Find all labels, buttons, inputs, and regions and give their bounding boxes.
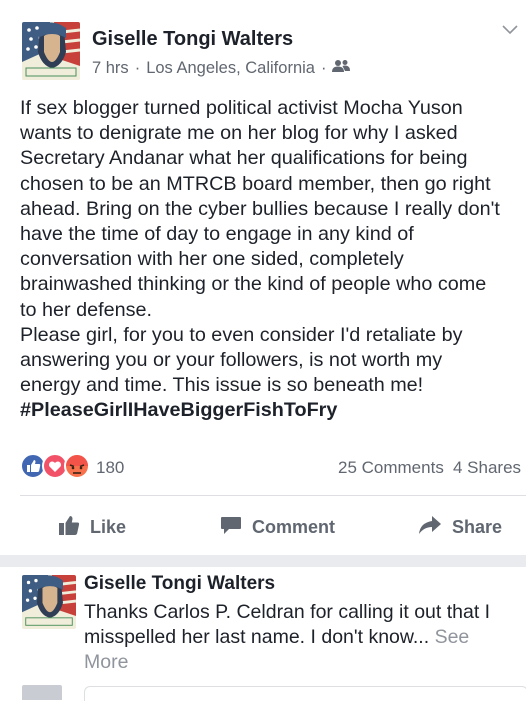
post-text-line: brainwashed thinking or the kind of peop…: [20, 273, 487, 296]
comment-item: Giselle Tongi Walters Thanks Carlos P. C…: [0, 567, 526, 700]
post-text-line: chosen to be an MTRCB board member, then…: [20, 172, 491, 195]
comment-label: Comment: [252, 516, 336, 537]
comment-icon: [220, 514, 252, 541]
post-text-line: energy and time. This issue is so beneat…: [20, 374, 424, 397]
comments-count-link[interactable]: 25 Comments: [338, 458, 444, 478]
shares-count-link[interactable]: 4 Shares: [453, 458, 521, 478]
commenter-avatar[interactable]: [22, 575, 76, 629]
hashtag-link[interactable]: #PleaseGirlIHaveBiggerFishToFry: [20, 398, 526, 423]
friends-icon[interactable]: [332, 59, 351, 78]
comment-text-line: Thanks Carlos P. Celdran for calling it …: [84, 601, 491, 623]
reaction-icons[interactable]: [20, 452, 94, 485]
post-text-line: If sex blogger turned political activist…: [20, 97, 463, 119]
meta-separator: ·: [134, 59, 141, 77]
comment-text-line: misspelled her last name. I don't know..…: [84, 626, 470, 648]
author-avatar[interactable]: [22, 22, 80, 80]
post-text-line: Secretary Andanar what her qualification…: [20, 147, 468, 170]
comment-button[interactable]: Comment: [220, 510, 335, 544]
share-button[interactable]: Share: [418, 510, 502, 544]
next-commenter-avatar[interactable]: [22, 685, 62, 700]
share-label: Share: [452, 516, 503, 537]
post-text-line: conversation with her one sided, complet…: [20, 248, 404, 271]
post-meta: 7 hrs · Los Angeles, California ·: [92, 59, 351, 78]
post-text-line: answering you or your followers, is not …: [20, 348, 443, 371]
see-more-link[interactable]: More: [84, 650, 524, 675]
thumbs-up-icon: [58, 514, 90, 541]
post-text: If sex blogger turned political activist…: [20, 96, 526, 423]
see-more-link[interactable]: See: [435, 626, 470, 648]
comment-text: Thanks Carlos P. Celdran for calling it …: [84, 600, 524, 675]
post-time[interactable]: 7 hrs: [92, 59, 129, 78]
post-text-line: to her defense.: [20, 298, 152, 321]
share-arrow-icon: [418, 514, 452, 541]
post-text-line: Please girl, for you to even consider I'…: [20, 323, 463, 346]
like-label: Like: [90, 516, 127, 537]
like-reaction-icon: [20, 453, 46, 479]
chevron-down-icon[interactable]: [502, 22, 518, 40]
author-name[interactable]: Giselle Tongi Walters: [92, 28, 293, 51]
section-separator: [0, 555, 526, 567]
post-text-line: ahead. Bring on the cyber bullies becaus…: [20, 197, 500, 220]
post-card: Giselle Tongi Walters 7 hrs · Los Angele…: [0, 0, 526, 555]
like-button[interactable]: Like: [58, 510, 126, 544]
divider: [20, 495, 526, 496]
next-comment-bubble: [84, 686, 526, 701]
love-reaction-icon: [42, 453, 68, 479]
post-text-line: have the time of day to engage in any ki…: [20, 222, 414, 245]
reaction-count[interactable]: 180: [96, 458, 124, 478]
reactions-summary[interactable]: 180 25 Comments 4 Shares: [20, 452, 526, 482]
meta-separator: ·: [320, 59, 327, 77]
post-text-line: wants to denigrate me on her blog for wh…: [20, 122, 458, 145]
comment-author[interactable]: Giselle Tongi Walters: [84, 573, 275, 595]
post-location[interactable]: Los Angeles, California: [146, 59, 315, 78]
angry-reaction-icon: [64, 453, 90, 479]
